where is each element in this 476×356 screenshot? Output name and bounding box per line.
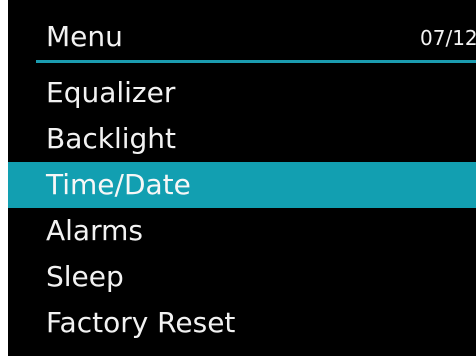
menu-item-label: Backlight xyxy=(46,122,177,155)
menu-list: Equalizer Backlight Time/Date Alarms Sle… xyxy=(8,70,476,346)
menu-item-label: Sleep xyxy=(46,260,124,293)
menu-item-label: Equalizer xyxy=(46,76,176,109)
menu-item-alarms[interactable]: Alarms xyxy=(8,208,476,254)
device-screen: Menu 07/12 Equalizer Backlight Time/Date… xyxy=(8,0,476,356)
menu-item-backlight[interactable]: Backlight xyxy=(8,116,476,162)
menu-item-label: Time/Date xyxy=(46,168,191,201)
page-counter: 07/12 xyxy=(420,26,476,50)
header-divider xyxy=(36,60,476,63)
menu-item-time-date[interactable]: Time/Date xyxy=(8,162,476,208)
menu-item-factory-reset[interactable]: Factory Reset xyxy=(8,300,476,346)
menu-item-sleep[interactable]: Sleep xyxy=(8,254,476,300)
menu-title: Menu xyxy=(46,20,123,53)
menu-item-label: Alarms xyxy=(46,214,143,247)
menu-header: Menu 07/12 xyxy=(8,0,476,60)
menu-item-label: Factory Reset xyxy=(46,306,236,339)
menu-item-equalizer[interactable]: Equalizer xyxy=(8,70,476,116)
